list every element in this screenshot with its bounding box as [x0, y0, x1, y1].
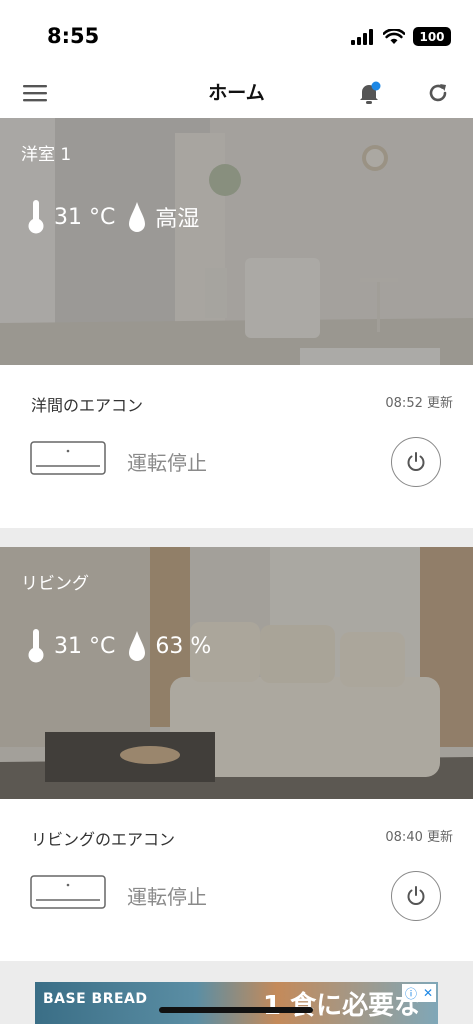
device-updated-time: 08:40 更新 — [385, 830, 453, 845]
status-time: 8:55 — [47, 24, 100, 48]
power-button[interactable] — [391, 871, 441, 921]
humidity-drop-icon — [129, 631, 146, 661]
ad-banner[interactable]: BASE BREAD 1 食に必要な ⓘ ✕ — [35, 982, 438, 1024]
device-row[interactable]: リビングのエアコン 08:40 更新 運転停止 — [0, 799, 473, 959]
room-card-2[interactable]: リビング 31 °C 63 % リビングのエアコン 08:40 更新 運転停止 — [0, 547, 473, 961]
room-name: リビング — [21, 574, 89, 594]
status-icons: 100 — [351, 27, 451, 46]
refresh-button[interactable] — [421, 76, 455, 110]
device-status: 運転停止 — [127, 885, 207, 909]
air-conditioner-icon — [30, 875, 106, 909]
humidity-drop-icon — [129, 202, 146, 232]
temperature-value: 31 °C — [54, 633, 116, 659]
screen: 8:55 100 ホーム 洋室 1 31 °C 高湿 洋間のエアコン 08:52… — [0, 0, 473, 1024]
humidity-value: 63 % — [155, 633, 212, 659]
thermometer-icon — [28, 629, 44, 663]
ad-copy: 1 食に必要な — [263, 991, 421, 1021]
room-environment: 31 °C 高湿 — [28, 200, 213, 234]
room-environment: 31 °C 63 % — [28, 629, 225, 663]
ad-info-icon[interactable]: ⓘ — [405, 985, 417, 1002]
room-name: 洋室 1 — [21, 145, 72, 165]
power-icon — [407, 886, 425, 905]
battery-indicator: 100 — [413, 27, 451, 46]
air-conditioner-icon — [30, 441, 106, 475]
device-name: リビングのエアコン — [31, 830, 176, 849]
ad-controls[interactable]: ⓘ ✕ — [402, 984, 436, 1002]
status-bar: 8:55 100 — [0, 0, 473, 66]
thermometer-icon — [28, 200, 44, 234]
navbar: ホーム — [0, 66, 473, 118]
room-photo: 洋室 1 31 °C 高湿 — [0, 118, 473, 365]
bell-icon — [360, 81, 381, 104]
device-updated-time: 08:52 更新 — [385, 396, 453, 411]
notification-badge — [371, 81, 381, 91]
refresh-icon — [429, 84, 447, 102]
room-photo: リビング 31 °C 63 % — [0, 547, 473, 799]
device-name: 洋間のエアコン — [31, 396, 144, 415]
ad-brand: BASE BREAD — [43, 991, 148, 1007]
notifications-button[interactable] — [352, 76, 386, 110]
humidity-value: 高湿 — [155, 207, 200, 232]
device-status: 運転停止 — [127, 451, 207, 475]
power-button[interactable] — [391, 437, 441, 487]
temperature-value: 31 °C — [54, 204, 116, 230]
home-indicator — [159, 1007, 313, 1013]
power-icon — [407, 452, 425, 471]
ad-close-icon[interactable]: ✕ — [423, 986, 433, 1000]
wifi-icon — [383, 28, 405, 44]
signal-icon — [351, 28, 373, 45]
page-title: ホーム — [208, 82, 265, 104]
device-row[interactable]: 洋間のエアコン 08:52 更新 運転停止 — [0, 365, 473, 525]
room-card-1[interactable]: 洋室 1 31 °C 高湿 洋間のエアコン 08:52 更新 運転停止 — [0, 118, 473, 528]
